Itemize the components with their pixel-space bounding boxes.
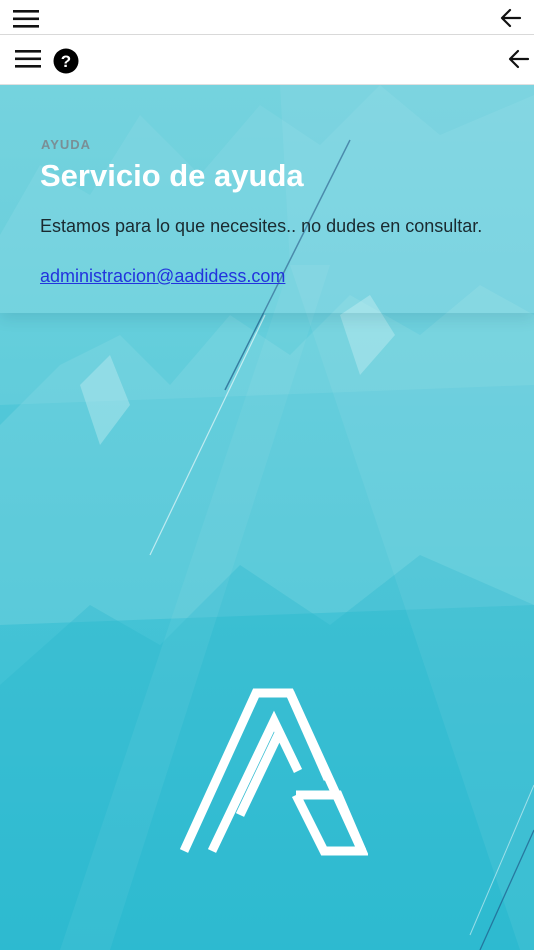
- section-eyebrow: AYUDA: [41, 137, 92, 152]
- top-app-bar: [0, 0, 534, 35]
- aadidess-a-logo: [179, 688, 368, 856]
- hamburger-menu-icon[interactable]: [15, 50, 41, 68]
- arrow-left-icon[interactable]: [500, 8, 522, 28]
- hamburger-menu-icon[interactable]: [13, 10, 39, 28]
- help-glyph: ?: [61, 52, 71, 71]
- app-screen: ? AYUDA Servicio de ayuda Estamos para l…: [0, 0, 534, 950]
- hero-background: AYUDA Servicio de ayuda Estamos para lo …: [0, 85, 534, 950]
- help-description: Estamos para lo que necesites.. no dudes…: [40, 216, 483, 236]
- page-title: Servicio de ayuda: [40, 158, 304, 193]
- page-nav-bar: [0, 35, 534, 85]
- help-card: AYUDA Servicio de ayuda Estamos para lo …: [0, 85, 534, 313]
- contact-email-link[interactable]: administracion@aadidess.com: [40, 266, 285, 287]
- arrow-left-icon[interactable]: [508, 49, 530, 69]
- question-circle-icon[interactable]: ?: [53, 48, 79, 74]
